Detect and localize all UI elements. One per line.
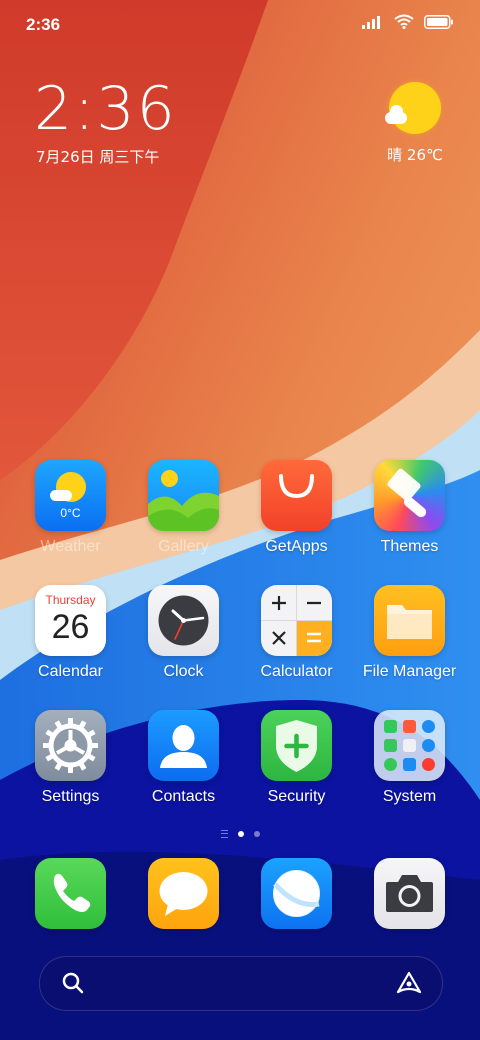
app-themes[interactable]: Themes [353,460,466,556]
app-label: Security [267,788,326,805]
weather-icon: 0°C [35,460,106,531]
clock-icon [148,585,219,656]
app-contacts[interactable]: Contacts [127,710,240,806]
page-indicator[interactable] [0,830,480,838]
gallery-icon [148,460,219,531]
app-folder-icon [374,710,445,781]
app-label: File Manager [362,663,457,680]
app-label: Themes [380,538,439,555]
camera-icon[interactable] [374,858,445,929]
search-bar[interactable] [39,956,443,1011]
app-settings[interactable]: Settings [14,710,127,806]
weather-widget[interactable]: 晴 26℃ [380,82,450,165]
search-icon[interactable] [62,972,84,994]
dock [0,858,480,929]
shopping-bag-icon [261,460,332,531]
phone-icon[interactable] [35,858,106,929]
status-bar: 2:36 [0,0,480,50]
page-list-icon [220,830,228,838]
app-label: Weather [40,538,101,555]
app-calendar[interactable]: Thursday 26 Calendar [14,585,127,681]
folder-icon [374,585,445,656]
person-icon [148,710,219,781]
browser-icon[interactable] [261,858,332,929]
paintbrush-icon [374,460,445,531]
gear-icon [35,710,106,781]
page-dot-active [237,831,244,837]
page-dot [253,831,260,837]
app-gallery[interactable]: Gallery [127,460,240,556]
clock-widget-time[interactable]: 2:36 [34,74,177,144]
app-label: GetApps [265,538,328,555]
sunny-weather-icon [385,82,441,134]
shield-plus-icon [261,710,332,781]
calendar-icon: Thursday 26 [35,585,106,656]
app-system-folder[interactable]: System [353,710,466,806]
weather-temp-badge: 0°C [60,506,81,520]
status-icons [362,14,454,29]
assistant-icon[interactable] [396,971,422,995]
chat-bubble-icon[interactable] [148,858,219,929]
app-security[interactable]: Security [240,710,353,806]
app-label: Contacts [151,788,216,805]
app-file-manager[interactable]: File Manager [353,585,466,681]
app-getapps[interactable]: GetApps [240,460,353,556]
app-clock[interactable]: Clock [127,585,240,681]
battery-icon [424,14,453,29]
signal-icon [362,15,380,29]
app-weather[interactable]: 0°C Weather [14,460,127,556]
app-label: Calculator [260,663,333,680]
app-calculator[interactable]: Calculator [240,585,353,681]
calculator-icon [261,585,332,656]
calendar-day-number: 26 [51,608,90,646]
status-time: 2:36 [26,15,61,34]
app-label: Clock [163,663,204,680]
calendar-day-name: Thursday [45,593,96,607]
app-label: Calendar [38,663,103,680]
clock-widget-date[interactable]: 7月26日 周三下午 [36,146,159,167]
wifi-icon [394,14,414,29]
app-label: System [382,788,437,805]
app-label: Settings [41,788,100,805]
app-label: Gallery [158,538,209,555]
weather-widget-text: 晴 26℃ [387,146,443,164]
